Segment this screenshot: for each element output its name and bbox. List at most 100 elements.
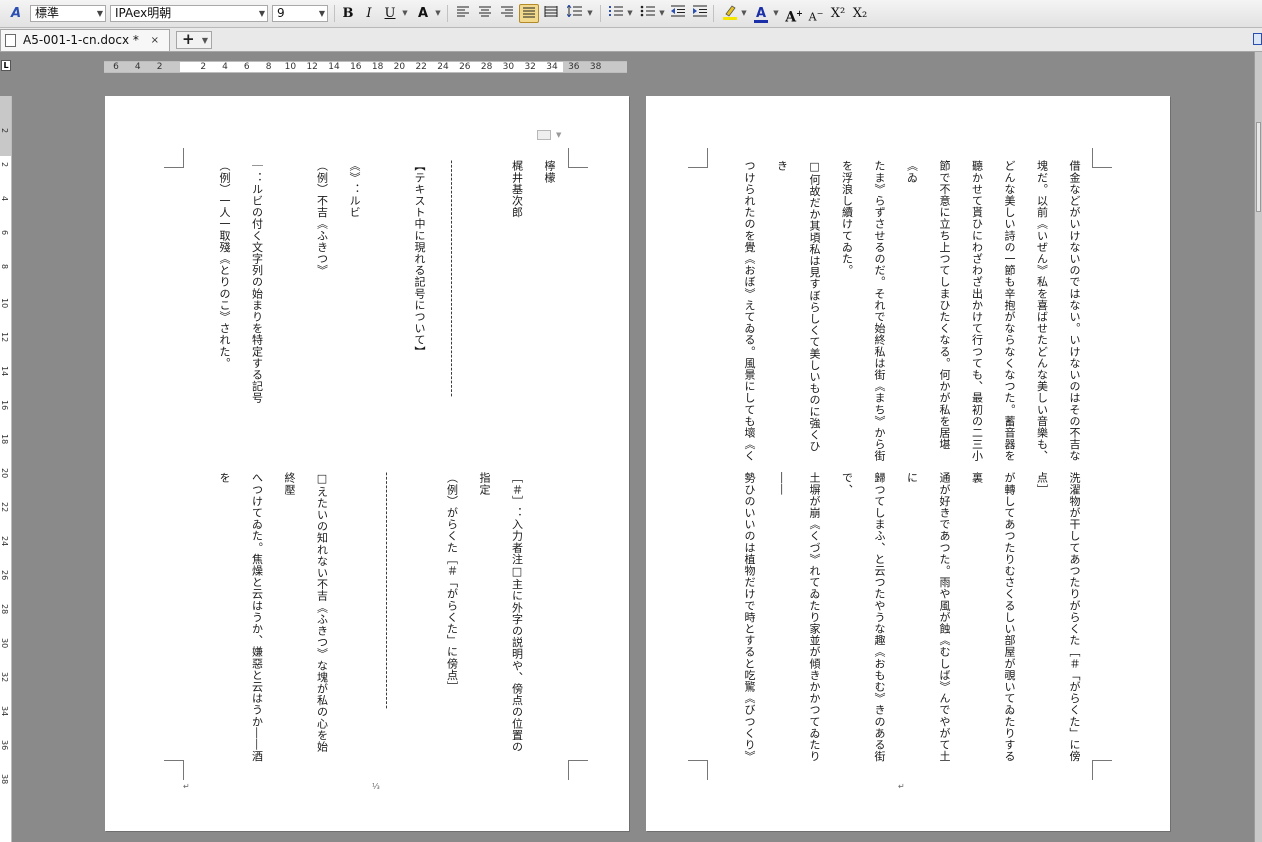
font-name-select[interactable]: IPAex明朝 ▼ — [110, 5, 268, 22]
font-color-dropdown[interactable]: ▼ — [772, 4, 780, 23]
ruler-tick-label: 6 — [0, 230, 9, 236]
right-page-lower-text[interactable]: 洗濯物が干してあつたりがらくた［＃「がらくた」に傍点］ が轉してあつたりむさくるし… — [724, 472, 1090, 762]
underline-dropdown[interactable]: ▼ — [401, 4, 409, 23]
numbered-list-dropdown[interactable]: ▼ — [626, 4, 634, 23]
text-effects-dropdown[interactable]: ▼ — [434, 4, 442, 23]
text-line: 飲んだあとに宿醉《ふつかよひ》があるやうに、酒を毎日 — [199, 472, 208, 762]
text-line: 聽かせて貰ひにわざわざ出かけて行つても、最初の二三小 — [970, 160, 984, 462]
ruler-tick-label: 4 — [134, 62, 141, 72]
new-tab-button[interactable]: + ▼ — [176, 31, 212, 49]
toolbar-separator — [713, 5, 714, 22]
text-line: ​ — [533, 472, 566, 762]
text-line: を浮浪し續けてゐた。 — [840, 160, 854, 276]
chevron-down-icon[interactable]: ▼ — [556, 131, 561, 139]
text-line: 檸檬 — [543, 160, 556, 184]
text-line: □何故だか其頃私は見すぼらしくて美しいものに強くひき — [775, 160, 822, 452]
chevron-down-icon[interactable]: ▼ — [202, 33, 208, 48]
close-icon[interactable]: × — [151, 30, 159, 51]
text-line: 【テキスト中に現れる記号について】 — [413, 160, 426, 358]
tab-stop-selector[interactable]: L — [1, 60, 11, 71]
bullet-list-icon — [640, 5, 655, 17]
font-size-select[interactable]: 9 ▼ — [272, 5, 328, 22]
ruler-tick-label: 32 — [524, 62, 536, 72]
horizontal-ruler[interactable]: 6 4 2 2 4 6 8 10 12 14 16 18 20 22 24 26 28 30 32 34 36 38 — [104, 61, 627, 73]
justify-button[interactable] — [519, 4, 539, 23]
font-color-swatch — [754, 20, 768, 23]
ruler-tick-label: 6 — [113, 62, 119, 72]
text-line: つけられたのを覺《おぼ》えてゐる。風景にしても壞《く — [743, 160, 756, 462]
chevron-down-icon: ▼ — [96, 9, 103, 18]
align-right-button[interactable] — [497, 4, 517, 23]
text-line: 塊だ。以前《いぜん》私を喜ばせたどんな美しい音樂も、 — [1035, 160, 1049, 462]
italic-button[interactable]: I — [359, 4, 379, 23]
vertical-scrollbar[interactable] — [1254, 52, 1262, 842]
text-line: 節で不意に立ち上つてしまひたくなる。何かが私を居堪《ゐ — [905, 160, 952, 450]
text-effects-button[interactable]: A — [413, 4, 433, 23]
left-page-lower-text[interactable]: ​［＃］：入力者注□主に外字の説明や、傍点の位置の指定（例）がらくた［＃「がらく… — [199, 472, 565, 762]
text-line: ----------------------------------------… — [380, 472, 394, 710]
styles-icon[interactable]: A — [6, 4, 26, 23]
ruler-tick-label: 6 — [243, 62, 250, 72]
page-left[interactable]: ▼ 檸檬 梶井基次郎 ​ ------------------------------… — [105, 96, 629, 831]
highlight-dropdown[interactable]: ▼ — [740, 4, 748, 23]
text-line: ​ — [338, 472, 371, 762]
ruler-tick-label: 16 — [0, 400, 9, 411]
paragraph-style-select[interactable]: 標準 ▼ — [30, 5, 106, 22]
ruler-tick-label: 28 — [480, 62, 493, 72]
scrollbar-thumb[interactable] — [1256, 122, 1261, 212]
text-line: ​ — [370, 160, 403, 462]
text-line: （例）一人一取殘《とりのこ》された。 — [218, 160, 231, 369]
ruler-tick-label: 12 — [306, 62, 318, 72]
shrink-font-label: A — [808, 10, 817, 24]
text-line: ｜：ルビの付く文字列の始まりを特定する記号 — [250, 160, 264, 404]
superscript-button[interactable]: X² — [828, 4, 848, 23]
comment-icon[interactable] — [537, 130, 551, 140]
line-spacing-button[interactable] — [565, 4, 585, 23]
bullet-list-button[interactable] — [638, 4, 658, 23]
shrink-font-button[interactable]: A− — [806, 4, 826, 24]
align-left-button[interactable] — [453, 4, 473, 23]
text-line: 梶井基次郎 — [510, 160, 524, 218]
font-color-button[interactable]: A — [751, 4, 771, 23]
ruler-tick-label: 38 — [589, 62, 602, 72]
vertical-ruler[interactable]: 2 2 4 6 8 10 12 14 16 18 20 22 24 26 28 30 32 34 36 38 — [0, 96, 12, 842]
font-size-value: 9 — [277, 6, 285, 20]
numbered-list-icon — [609, 6, 623, 16]
subscript-button[interactable]: X₂ — [850, 4, 870, 23]
align-center-button[interactable] — [475, 4, 495, 23]
paragraph-mark: ↵ — [898, 782, 905, 791]
bold-button[interactable]: B — [338, 4, 358, 23]
ruler-tick-label: 18 — [0, 434, 9, 445]
tab-document[interactable]: A5-001-1-cn.docx * × — [0, 29, 170, 51]
text-line: ​ — [273, 160, 306, 462]
numbered-list-button[interactable] — [606, 4, 626, 23]
ruler-tick-label: 2 — [0, 128, 9, 134]
ruler-tick-label: 14 — [328, 62, 340, 72]
toolbar-separator — [447, 5, 448, 22]
grow-font-button[interactable]: A+ — [784, 4, 804, 26]
ruler-tick-label: 24 — [437, 62, 449, 72]
ruler-tick-label: 12 — [0, 332, 9, 343]
line-spacing-dropdown[interactable]: ▼ — [586, 4, 594, 23]
highlight-button[interactable] — [720, 4, 740, 23]
line-spacing-icon — [566, 4, 582, 18]
margin-corner-mark — [164, 760, 184, 780]
decrease-indent-icon — [671, 5, 685, 17]
text-line: ----------------------------------------… — [445, 160, 459, 398]
ruler-tick-label: 36 — [568, 62, 580, 72]
increase-indent-button[interactable] — [690, 4, 710, 23]
bullet-list-dropdown[interactable]: ▼ — [658, 4, 666, 23]
page-right[interactable]: 借金などがいけないのではない。いけないのはその不吉な 塊だ。以前《いぜん》私を喜ば… — [646, 96, 1170, 831]
underline-button[interactable]: U — [380, 4, 400, 23]
ruler-tick-label: 34 — [546, 62, 558, 72]
text-line: づ》れかかつた街だとか、その街にしても他所他所《よそ — [724, 160, 733, 462]
ruler-tick-label: 32 — [0, 672, 9, 683]
left-page-upper-text[interactable]: 檸檬 梶井基次郎 ​ --------------------------------… — [199, 160, 565, 462]
decrease-indent-button[interactable] — [668, 4, 688, 23]
sidebar-toggle-icon[interactable] — [1253, 33, 1262, 45]
align-left-icon — [457, 6, 469, 17]
right-page-upper-text[interactable]: 借金などがいけないのではない。いけないのはその不吉な 塊だ。以前《いぜん》私を喜ば… — [724, 160, 1090, 462]
plus-icon: + — [182, 30, 195, 48]
distributed-button[interactable] — [541, 4, 561, 23]
ruler-tick-label: 2 — [156, 62, 163, 72]
